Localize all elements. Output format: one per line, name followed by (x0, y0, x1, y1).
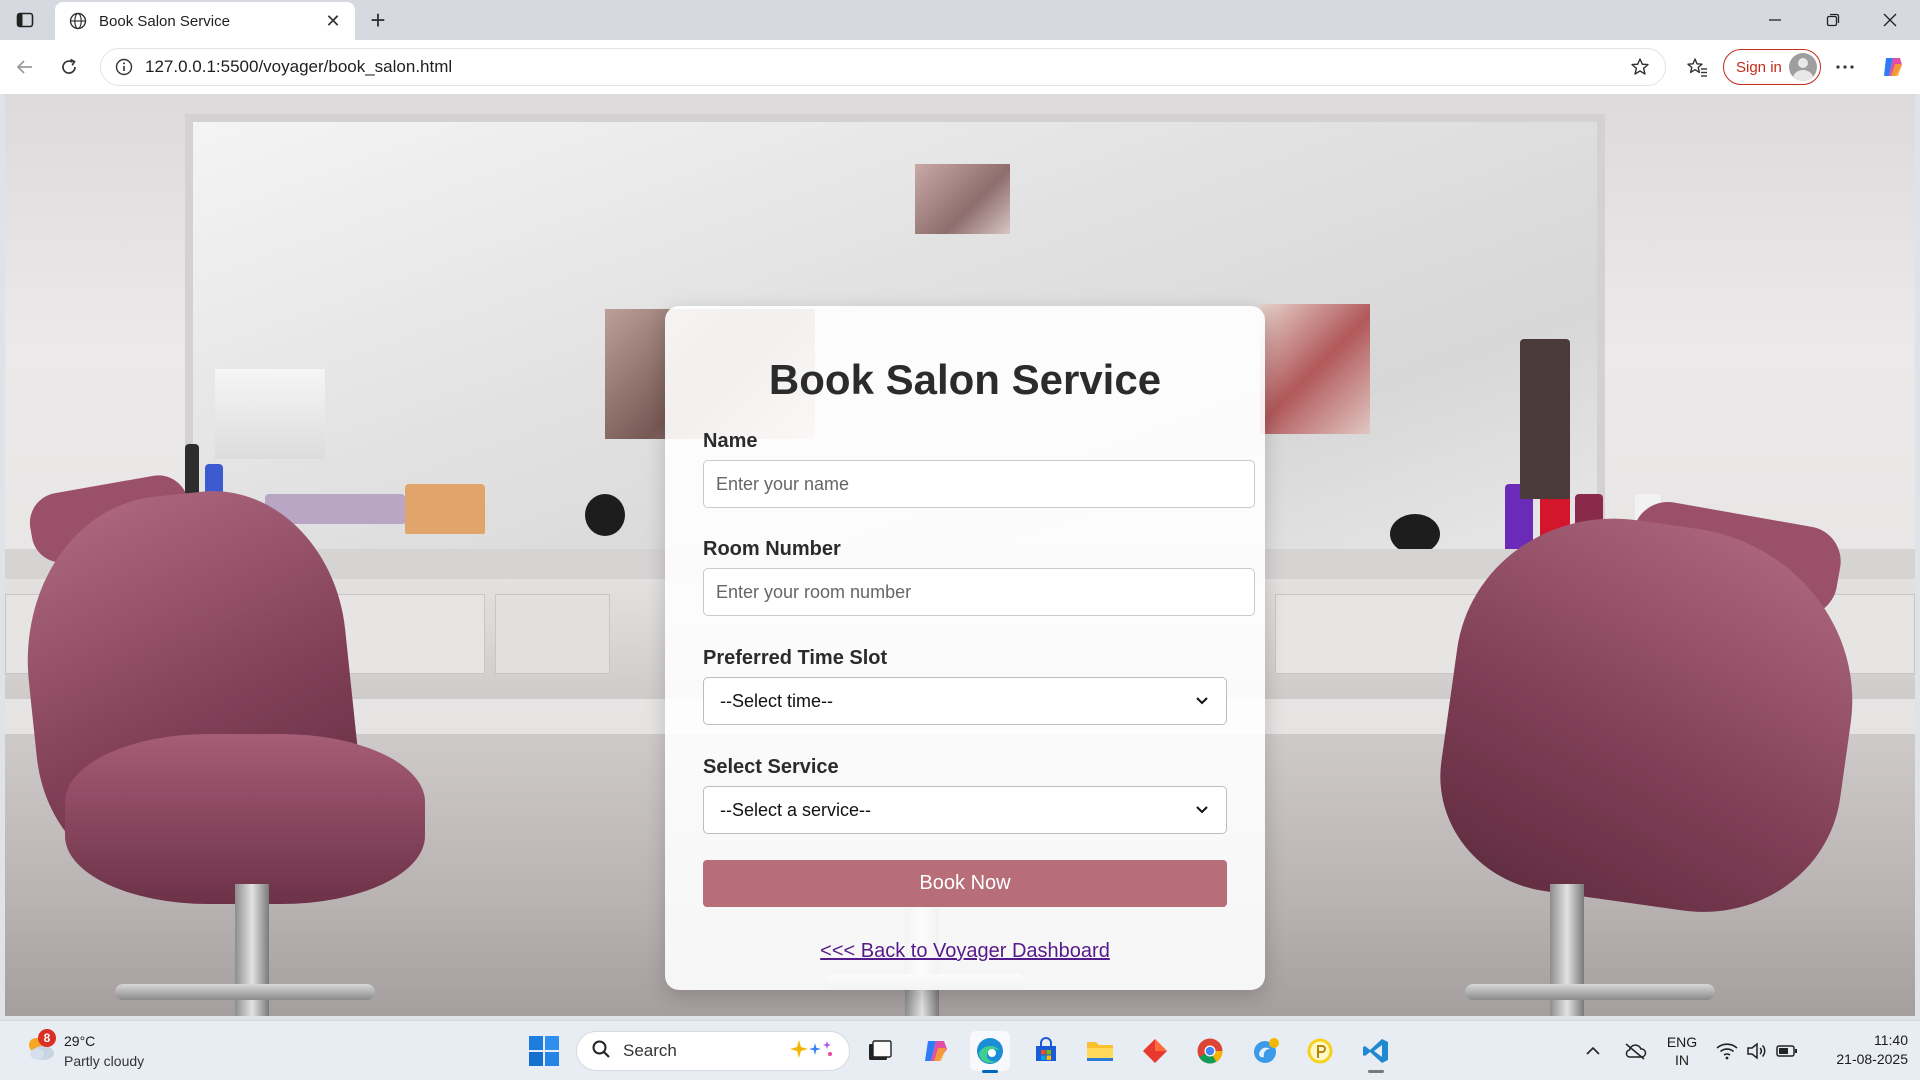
service-select[interactable]: --Select a service-- (703, 786, 1227, 834)
clock[interactable]: 11:40 21-08-2025 (1808, 1031, 1908, 1069)
sparkle-icon (789, 1038, 835, 1065)
time-slot-label: Preferred Time Slot (703, 647, 888, 669)
weather-notification-badge: 8 (38, 1029, 56, 1047)
sign-in-button[interactable]: Sign in (1723, 49, 1821, 85)
task-view-icon[interactable] (860, 1031, 900, 1071)
copilot-alt-icon[interactable] (1246, 1031, 1286, 1071)
copilot-icon[interactable] (1878, 52, 1908, 82)
favorites-icon[interactable] (1682, 52, 1712, 82)
time-slot-selected: --Select time-- (720, 690, 834, 711)
globe-icon (67, 10, 89, 32)
clock-time: 11:40 (1874, 1032, 1908, 1048)
service-label: Select Service (703, 756, 839, 778)
clock-date: 21-08-2025 (1836, 1050, 1908, 1067)
tab-actions-icon[interactable] (10, 6, 40, 34)
reload-icon[interactable] (52, 50, 86, 84)
back-icon[interactable] (8, 50, 42, 84)
running-indicator (1368, 1070, 1384, 1073)
favorite-star-icon[interactable] (1627, 54, 1653, 80)
chevron-up-icon[interactable] (1580, 1031, 1606, 1071)
wifi-icon[interactable] (1714, 1031, 1740, 1071)
windows-start-icon[interactable] (528, 1035, 560, 1067)
weather-temperature: 29°C (64, 1033, 96, 1049)
book-now-button[interactable]: Book Now (703, 860, 1227, 907)
taskbar: 8 29°C Partly cloudy Search ENG IN 11:40… (0, 1020, 1920, 1080)
language-indicator[interactable]: ENG IN (1664, 1031, 1700, 1071)
browser-tab-strip: Book Salon Service ✕ + (0, 0, 1920, 40)
close-tab-icon[interactable]: ✕ (323, 11, 343, 31)
restore-icon[interactable] (1813, 6, 1853, 34)
vscode-icon[interactable] (1356, 1031, 1396, 1073)
onedrive-offline-icon[interactable] (1620, 1031, 1650, 1071)
store-icon[interactable] (1026, 1031, 1066, 1071)
browser-tab[interactable]: Book Salon Service ✕ (55, 2, 355, 40)
chrome-icon[interactable] (1190, 1031, 1230, 1071)
yellow-p-app-icon[interactable] (1300, 1031, 1340, 1071)
search-placeholder: Search (623, 1041, 677, 1060)
site-info-icon[interactable] (113, 56, 135, 78)
browser-toolbar: 127.0.0.1:5500/voyager/book_salon.html S… (0, 40, 1920, 94)
booking-form-card: Book Salon Service Name Room Number Pref… (665, 306, 1265, 990)
more-options-icon[interactable] (1830, 52, 1860, 82)
room-number-label: Room Number (703, 538, 841, 560)
edge-browser-icon[interactable] (970, 1031, 1010, 1073)
taskbar-search[interactable]: Search (576, 1031, 850, 1071)
page-title: Book Salon Service (768, 356, 1162, 403)
address-bar[interactable]: 127.0.0.1:5500/voyager/book_salon.html (100, 48, 1666, 86)
chevron-down-icon (1194, 802, 1210, 818)
battery-icon[interactable] (1774, 1031, 1800, 1071)
minimize-icon[interactable] (1755, 6, 1795, 34)
url-text: 127.0.0.1:5500/voyager/book_salon.html (145, 57, 453, 76)
file-explorer-icon[interactable] (1080, 1031, 1120, 1071)
page-viewport: Book Salon Service Name Room Number Pref… (5, 94, 1915, 1016)
time-slot-select[interactable]: --Select time-- (703, 677, 1227, 725)
region-code: IN (1675, 1052, 1689, 1068)
service-selected: --Select a service-- (720, 799, 872, 820)
sign-in-label: Sign in (1736, 58, 1782, 76)
tab-title: Book Salon Service (99, 12, 230, 30)
name-input[interactable] (703, 460, 1255, 508)
red-diamond-app-icon[interactable] (1135, 1031, 1175, 1071)
volume-icon[interactable] (1744, 1031, 1770, 1071)
active-indicator (982, 1070, 998, 1073)
weather-widget[interactable]: 8 29°C Partly cloudy (18, 1029, 178, 1073)
weather-description: Partly cloudy (64, 1053, 145, 1069)
back-to-dashboard-link[interactable]: <<< Back to Voyager Dashboard (665, 940, 1265, 963)
close-window-icon[interactable] (1870, 6, 1910, 34)
new-tab-icon[interactable]: + (364, 6, 392, 34)
avatar (1789, 53, 1817, 81)
copilot-app-icon[interactable] (916, 1031, 956, 1071)
name-label: Name (703, 430, 758, 452)
room-number-input[interactable] (703, 568, 1255, 616)
search-icon (591, 1039, 611, 1064)
language-code: ENG (1666, 1033, 1698, 1050)
chevron-down-icon (1194, 693, 1210, 709)
